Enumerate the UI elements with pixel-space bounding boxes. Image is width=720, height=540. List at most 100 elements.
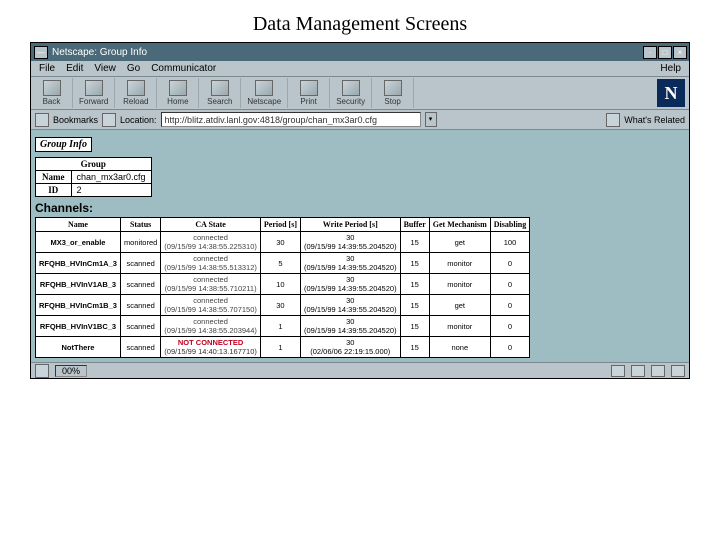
cell: 15	[400, 274, 429, 295]
print-button[interactable]: Print	[288, 78, 330, 108]
table-row: RFQHB_HVInV1BC_3scannedconnected(09/15/9…	[36, 316, 530, 337]
close-button[interactable]: ×	[673, 46, 687, 59]
cell: RFQHB_HVInV1BC_3	[36, 316, 121, 337]
cell: MX3_or_enable	[36, 232, 121, 253]
security-icon	[342, 80, 360, 96]
cell: 10	[260, 274, 300, 295]
reload-button[interactable]: Reload	[115, 78, 157, 108]
cell: 0	[490, 295, 529, 316]
menu-go[interactable]: Go	[127, 63, 140, 74]
cell: scanned	[120, 316, 160, 337]
cell: 1	[260, 316, 300, 337]
cell: 30(09/15/99 14:39:55.204520)	[300, 232, 400, 253]
url-dropdown[interactable]: ▾	[425, 112, 437, 127]
location-icon	[102, 113, 116, 127]
status-icon-2[interactable]	[631, 365, 645, 377]
cell: none	[429, 337, 490, 358]
window-menu-icon[interactable]: —	[34, 46, 48, 59]
location-label: Location:	[120, 115, 157, 125]
table-row: RFQHB_HVInV1AB_3scannedconnected(09/15/9…	[36, 274, 530, 295]
menu-file[interactable]: File	[39, 63, 55, 74]
menu-help[interactable]: Help	[660, 63, 681, 74]
cell: 1	[260, 337, 300, 358]
menu-communicator[interactable]: Communicator	[151, 63, 216, 74]
forward-icon	[85, 80, 103, 96]
home-button[interactable]: Home	[157, 78, 199, 108]
cell: 30(09/15/99 14:39:55.204520)	[300, 295, 400, 316]
security-button[interactable]: Security	[330, 78, 372, 108]
cell: 0	[490, 337, 529, 358]
group-info-table: Group Name chan_mx3ar0.cfg ID 2	[35, 157, 152, 197]
status-lock-icon	[35, 364, 49, 378]
location-bar: Bookmarks Location: ▾ What's Related	[31, 110, 689, 130]
maximize-button[interactable]: □	[658, 46, 672, 59]
cell: NOT CONNECTED(09/15/99 14:40:13.167710)	[161, 337, 261, 358]
back-icon	[43, 80, 61, 96]
forward-button[interactable]: Forward	[73, 78, 115, 108]
cell: monitor	[429, 274, 490, 295]
menubar: File Edit View Go Communicator Help	[31, 61, 689, 77]
bookmarks-icon[interactable]	[35, 113, 49, 127]
cell: 30(02/06/06 22:19:15.000)	[300, 337, 400, 358]
cell: 5	[260, 253, 300, 274]
status-icon-4[interactable]	[671, 365, 685, 377]
cell: scanned	[120, 274, 160, 295]
status-icon-1[interactable]	[611, 365, 625, 377]
stop-button[interactable]: Stop	[372, 78, 414, 108]
progress-percent: 00%	[55, 365, 87, 377]
stop-icon	[384, 80, 402, 96]
page-content: Group Info Group Name chan_mx3ar0.cfg ID…	[31, 130, 689, 362]
cell: 15	[400, 316, 429, 337]
cell: connected(09/15/99 14:38:55.710211)	[161, 274, 261, 295]
table-row: RFQHB_HVInCm1B_3scannedconnected(09/15/9…	[36, 295, 530, 316]
netscape-button[interactable]: Netscape	[241, 78, 288, 108]
id-label: ID	[36, 184, 72, 197]
home-icon	[169, 80, 187, 96]
menu-view[interactable]: View	[94, 63, 116, 74]
col-header: Name	[36, 218, 121, 232]
url-input[interactable]	[161, 112, 421, 127]
search-button[interactable]: Search	[199, 78, 241, 108]
cell: get	[429, 295, 490, 316]
netscape-logo: N	[657, 79, 685, 107]
col-header: Write Period [s]	[300, 218, 400, 232]
name-value: chan_mx3ar0.cfg	[71, 171, 151, 184]
col-header: Disabling	[490, 218, 529, 232]
back-button[interactable]: Back	[31, 78, 73, 108]
cell: 15	[400, 232, 429, 253]
menu-edit[interactable]: Edit	[66, 63, 83, 74]
cell: RFQHB_HVInV1AB_3	[36, 274, 121, 295]
col-header: Period [s]	[260, 218, 300, 232]
id-value: 2	[71, 184, 151, 197]
cell: monitored	[120, 232, 160, 253]
cell: connected(09/15/99 14:38:55.225310)	[161, 232, 261, 253]
cell: scanned	[120, 295, 160, 316]
cell: connected(09/15/99 14:38:55.203944)	[161, 316, 261, 337]
cell: scanned	[120, 253, 160, 274]
print-icon	[300, 80, 318, 96]
minimize-button[interactable]: ·	[643, 46, 657, 59]
cell: 15	[400, 295, 429, 316]
channels-header: Channels:	[35, 201, 685, 215]
channels-table: NameStatusCA StatePeriod [s]Write Period…	[35, 217, 530, 358]
cell: 15	[400, 253, 429, 274]
cell: connected(09/15/99 14:38:55.513312)	[161, 253, 261, 274]
name-label: Name	[36, 171, 72, 184]
search-icon	[211, 80, 229, 96]
group-info-header: Group Info	[35, 137, 92, 152]
whats-related[interactable]: What's Related	[624, 115, 685, 125]
cell: connected(09/15/99 14:38:55.707150)	[161, 295, 261, 316]
col-header: CA State	[161, 218, 261, 232]
cell: 15	[400, 337, 429, 358]
status-icon-3[interactable]	[651, 365, 665, 377]
cell: 30(09/15/99 14:39:55.204520)	[300, 274, 400, 295]
related-icon[interactable]	[606, 113, 620, 127]
statusbar: 00%	[31, 362, 689, 378]
table-row: NotTherescannedNOT CONNECTED(09/15/99 14…	[36, 337, 530, 358]
browser-window: — Netscape: Group Info · □ × File Edit V…	[30, 42, 690, 379]
cell: monitor	[429, 253, 490, 274]
cell: 30(09/15/99 14:39:55.204520)	[300, 316, 400, 337]
bookmarks-label[interactable]: Bookmarks	[53, 115, 98, 125]
toolbar: Back Forward Reload Home Search Netscape…	[31, 77, 689, 110]
titlebar: — Netscape: Group Info · □ ×	[31, 43, 689, 61]
